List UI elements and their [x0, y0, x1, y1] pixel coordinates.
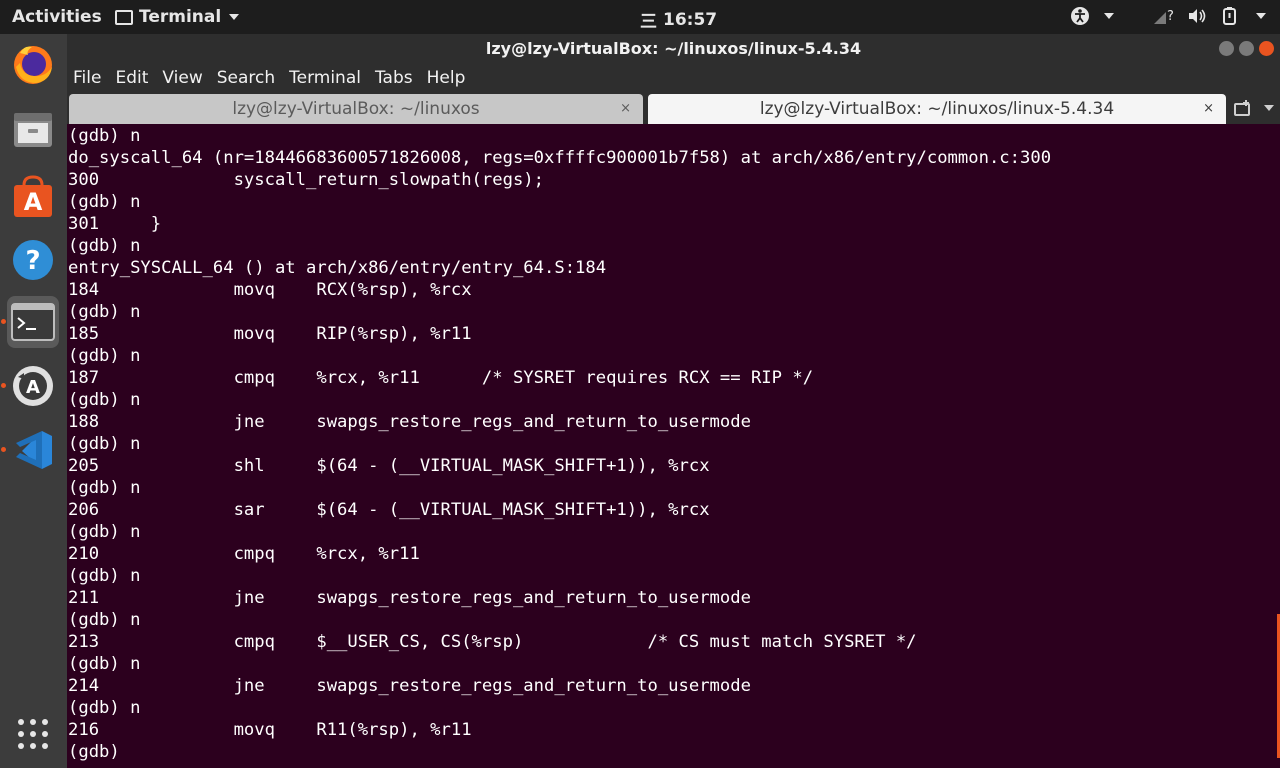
- running-indicator: [1, 447, 6, 452]
- terminal-line: (gdb) n: [68, 126, 141, 146]
- terminal-line: (gdb) n: [68, 434, 141, 454]
- terminal-line: (gdb) n: [68, 478, 141, 498]
- chevron-down-icon[interactable]: [1256, 13, 1266, 19]
- minimize-button[interactable]: [1219, 41, 1234, 56]
- menu-edit[interactable]: Edit: [115, 64, 148, 92]
- clock-time: 16:57: [663, 9, 718, 30]
- terminal-output[interactable]: (gdb) n do_syscall_64 (nr=184466836005718…: [67, 124, 1280, 768]
- app-menu[interactable]: Terminal: [115, 7, 240, 27]
- app-menu-label: Terminal: [139, 7, 222, 27]
- dock-vscode[interactable]: [7, 424, 59, 476]
- menu-file[interactable]: File: [73, 64, 101, 92]
- terminal-line: 216 movq R11(%rsp), %r11: [68, 720, 472, 740]
- chevron-down-icon[interactable]: [1264, 105, 1274, 111]
- terminal-line: 188 jne swapgs_restore_regs_and_return_t…: [68, 412, 751, 432]
- svg-text:?: ?: [25, 246, 40, 276]
- terminal-line: 185 movq RIP(%rsp), %r11: [68, 324, 472, 344]
- help-icon: ?: [13, 240, 53, 280]
- terminal-line: (gdb) n: [68, 390, 141, 410]
- window-title: lzy@lzy-VirtualBox: ~/linuxos/linux-5.4.…: [485, 39, 862, 58]
- clock[interactable]: 三 16:57: [640, 7, 718, 33]
- window-titlebar[interactable]: lzy@lzy-VirtualBox: ~/linuxos/linux-5.4.…: [67, 34, 1280, 64]
- terminal-line: 213 cmpq $__USER_CS, CS(%rsp) /* CS must…: [68, 632, 917, 652]
- notification-indicator: 三: [640, 12, 657, 32]
- new-tab-icon[interactable]: [1234, 100, 1252, 116]
- terminal-text: (gdb) n do_syscall_64 (nr=184466836005718…: [67, 124, 1280, 763]
- tab-linuxos[interactable]: lzy@lzy-VirtualBox: ~/linuxos ×: [69, 94, 643, 124]
- svg-text:A: A: [24, 188, 43, 216]
- terminal-line: 206 sar $(64 - (__VIRTUAL_MASK_SHIFT+1))…: [68, 500, 710, 520]
- terminal-line: (gdb) n: [68, 192, 141, 212]
- dock: A ? A: [0, 34, 67, 768]
- terminal-line: (gdb) n: [68, 236, 141, 256]
- terminal-window: lzy@lzy-VirtualBox: ~/linuxos/linux-5.4.…: [67, 34, 1280, 768]
- running-indicator: [1, 319, 6, 324]
- files-icon: [14, 113, 52, 147]
- tab-label: lzy@lzy-VirtualBox: ~/linuxos: [232, 99, 480, 119]
- terminal-line: 211 jne swapgs_restore_regs_and_return_t…: [68, 588, 751, 608]
- dock-help[interactable]: ?: [7, 234, 59, 286]
- running-indicator: [1, 383, 6, 388]
- software-updater-icon: A: [13, 366, 53, 406]
- terminal-line: 205 shl $(64 - (__VIRTUAL_MASK_SHIFT+1))…: [68, 456, 710, 476]
- software-center-icon: A: [14, 175, 52, 217]
- chevron-down-icon[interactable]: [1104, 13, 1114, 19]
- svg-text:A: A: [26, 377, 40, 398]
- dock-software-updater[interactable]: A: [7, 360, 59, 412]
- terminal-line: (gdb) n: [68, 654, 141, 674]
- menu-terminal[interactable]: Terminal: [289, 64, 361, 92]
- terminal-icon: [115, 9, 133, 25]
- terminal-line: (gdb) n: [68, 346, 141, 366]
- menu-view[interactable]: View: [162, 64, 202, 92]
- menu-tabs[interactable]: Tabs: [375, 64, 413, 92]
- vscode-icon: [16, 431, 52, 469]
- menu-help[interactable]: Help: [427, 64, 466, 92]
- terminal-icon: [11, 303, 55, 341]
- terminal-line: (gdb): [68, 742, 131, 762]
- top-bar: Activities Terminal 三 16:57 ?: [0, 0, 1280, 34]
- terminal-line: 301 }: [68, 214, 162, 234]
- terminal-line: (gdb) n: [68, 302, 141, 322]
- dock-firefox[interactable]: [7, 38, 59, 90]
- terminal-line: 187 cmpq %rcx, %r11 /* SYSRET requires R…: [68, 368, 814, 388]
- terminal-line: (gdb) n: [68, 698, 141, 718]
- volume-icon[interactable]: [1186, 6, 1208, 26]
- network-question-icon[interactable]: ?: [1152, 6, 1174, 26]
- dock-software[interactable]: A: [7, 170, 59, 222]
- firefox-icon: [14, 46, 52, 84]
- menu-search[interactable]: Search: [217, 64, 275, 92]
- terminal-line: 300 syscall_return_slowpath(regs);: [68, 170, 544, 190]
- dock-files[interactable]: [7, 104, 59, 156]
- grid-icon: [18, 719, 48, 749]
- chevron-down-icon: [229, 14, 240, 20]
- show-applications-button[interactable]: [7, 708, 59, 760]
- tab-label: lzy@lzy-VirtualBox: ~/linuxos/linux-5.4.…: [759, 99, 1115, 119]
- system-tray[interactable]: ?: [1070, 6, 1266, 26]
- tab-close-icon[interactable]: ×: [620, 101, 631, 116]
- tab-bar: lzy@lzy-VirtualBox: ~/linuxos × lzy@lzy-…: [67, 92, 1280, 124]
- dock-terminal[interactable]: [7, 296, 59, 348]
- terminal-line: 210 cmpq %rcx, %r11: [68, 544, 420, 564]
- terminal-line: 214 jne swapgs_restore_regs_and_return_t…: [68, 676, 751, 696]
- tab-linux-5-4-34[interactable]: lzy@lzy-VirtualBox: ~/linuxos/linux-5.4.…: [648, 94, 1226, 124]
- terminal-line: (gdb) n: [68, 566, 141, 586]
- terminal-line: do_syscall_64 (nr=18446683600571826008, …: [68, 148, 1052, 168]
- power-icon[interactable]: [1220, 6, 1242, 26]
- tab-close-icon[interactable]: ×: [1203, 101, 1214, 116]
- menu-bar: File Edit View Search Terminal Tabs Help: [67, 64, 1280, 92]
- terminal-line: (gdb) n: [68, 522, 141, 542]
- terminal-line: 184 movq RCX(%rsp), %rcx: [68, 280, 472, 300]
- svg-text:?: ?: [1167, 9, 1174, 24]
- close-button[interactable]: [1259, 41, 1274, 56]
- activities-button[interactable]: Activities: [12, 7, 102, 27]
- maximize-button[interactable]: [1239, 41, 1254, 56]
- terminal-line: entry_SYSCALL_64 () at arch/x86/entry/en…: [68, 258, 607, 278]
- accessibility-icon[interactable]: [1070, 6, 1090, 26]
- tab-tools: [1234, 100, 1274, 116]
- terminal-line: (gdb) n: [68, 610, 141, 630]
